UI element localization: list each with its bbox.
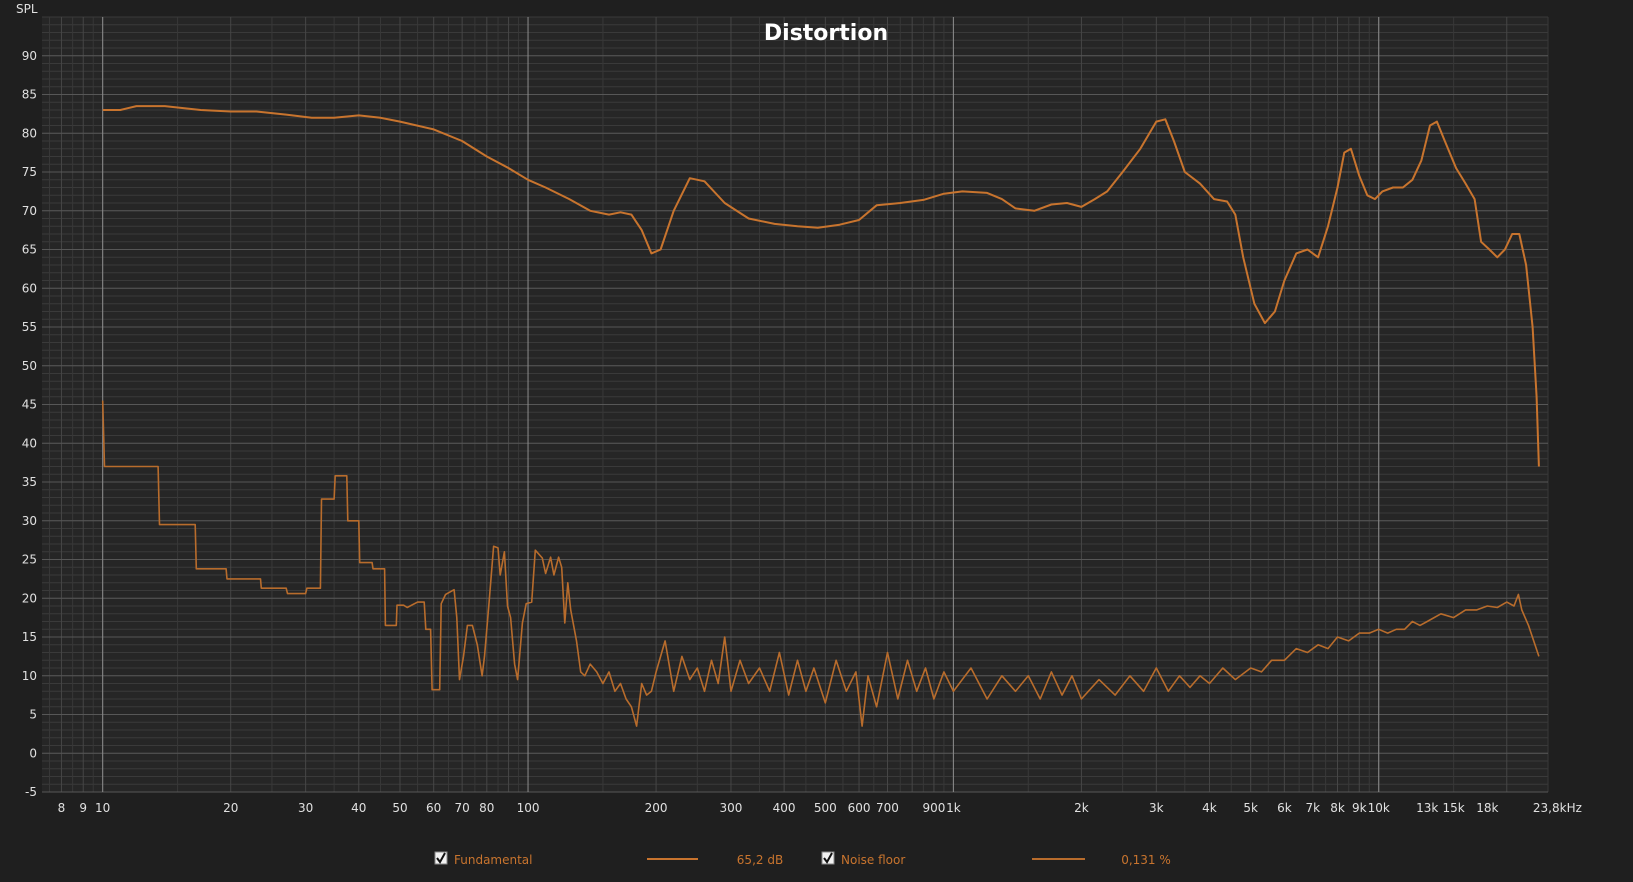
y-tick-label: 85	[22, 88, 37, 102]
legend-label-noise-floor: Noise floor	[841, 853, 905, 867]
legend-value-fundamental: 65,2 dB	[737, 853, 783, 867]
chart-title: Distortion	[764, 21, 888, 46]
x-tick-label: 6k	[1277, 801, 1292, 815]
y-tick-label: 5	[29, 708, 37, 722]
y-tick-label: 35	[22, 475, 37, 489]
x-tick-label: 400	[773, 801, 796, 815]
y-tick-label: 55	[22, 320, 37, 334]
x-tick-label: 4k	[1202, 801, 1217, 815]
x-tick-label: 900	[922, 801, 945, 815]
x-tick-label: 60	[426, 801, 441, 815]
x-tick-label: 3k	[1149, 801, 1164, 815]
x-tick-label: 8	[58, 801, 66, 815]
x-tick-label: 15k	[1443, 801, 1465, 815]
y-tick-label: 20	[22, 591, 37, 605]
legend-checkbox-fundamental[interactable]	[434, 851, 448, 865]
x-tick-label: 7k	[1306, 801, 1321, 815]
legend-checkbox-noise-floor[interactable]	[821, 851, 835, 865]
x-tick-label: 5k	[1243, 801, 1258, 815]
x-tick-label: 1k	[946, 801, 961, 815]
x-tick-label: 700	[876, 801, 899, 815]
x-tick-label: 9k	[1352, 801, 1367, 815]
y-tick-label: 60	[22, 281, 37, 295]
x-tick-label: 10k	[1368, 801, 1390, 815]
x-tick-label: 100	[517, 801, 540, 815]
x-tick-label: 10	[95, 801, 110, 815]
y-tick-label: 0	[29, 746, 37, 760]
x-tick-label: 70	[455, 801, 470, 815]
x-tick-label: 40	[351, 801, 366, 815]
x-tick-label: 500	[814, 801, 837, 815]
y-tick-label: 75	[22, 165, 37, 179]
x-tick-label: 8k	[1330, 801, 1345, 815]
y-tick-label: 65	[22, 243, 37, 257]
y-tick-label: 10	[22, 669, 37, 683]
major-grid	[42, 17, 1548, 793]
x-tick-label: 2k	[1074, 801, 1089, 815]
distortion-chart: -5 0 5 10 15 20 25 30 35 40 45 50 55 60 65 70 75 80 85 90 8…	[0, 0, 1633, 878]
y-tick-label: -5	[25, 785, 37, 799]
y-tick-label: 50	[22, 359, 37, 373]
legend-label-fundamental: Fundamental	[454, 853, 533, 867]
legend-value-noise-floor: 0,131 %	[1121, 853, 1171, 867]
y-tick-label: 25	[22, 553, 37, 567]
x-tick-label: 600	[848, 801, 871, 815]
y-tick-label: 80	[22, 126, 37, 140]
x-tick-label: 23,8kHz	[1533, 801, 1582, 815]
x-tick-label: 9	[79, 801, 87, 815]
y-tick-label: 15	[22, 630, 37, 644]
y-tick-label: 40	[22, 436, 37, 450]
y-axis-label: SPL	[16, 2, 38, 16]
x-tick-label: 80	[479, 801, 494, 815]
x-tick-label: 18k	[1476, 801, 1498, 815]
y-tick-label: 45	[22, 398, 37, 412]
y-tick-label: 70	[22, 204, 37, 218]
x-tick-label: 200	[645, 801, 668, 815]
x-tick-label: 20	[223, 801, 238, 815]
x-tick-label: 300	[720, 801, 743, 815]
x-tick-label: 50	[392, 801, 407, 815]
y-tick-label: 30	[22, 514, 37, 528]
chart-container: -5 0 5 10 15 20 25 30 35 40 45 50 55 60 65 70 75 80 85 90 8…	[0, 0, 1633, 878]
x-tick-label: 13k	[1416, 801, 1438, 815]
x-tick-label: 30	[298, 801, 313, 815]
y-tick-label: 90	[22, 49, 37, 63]
